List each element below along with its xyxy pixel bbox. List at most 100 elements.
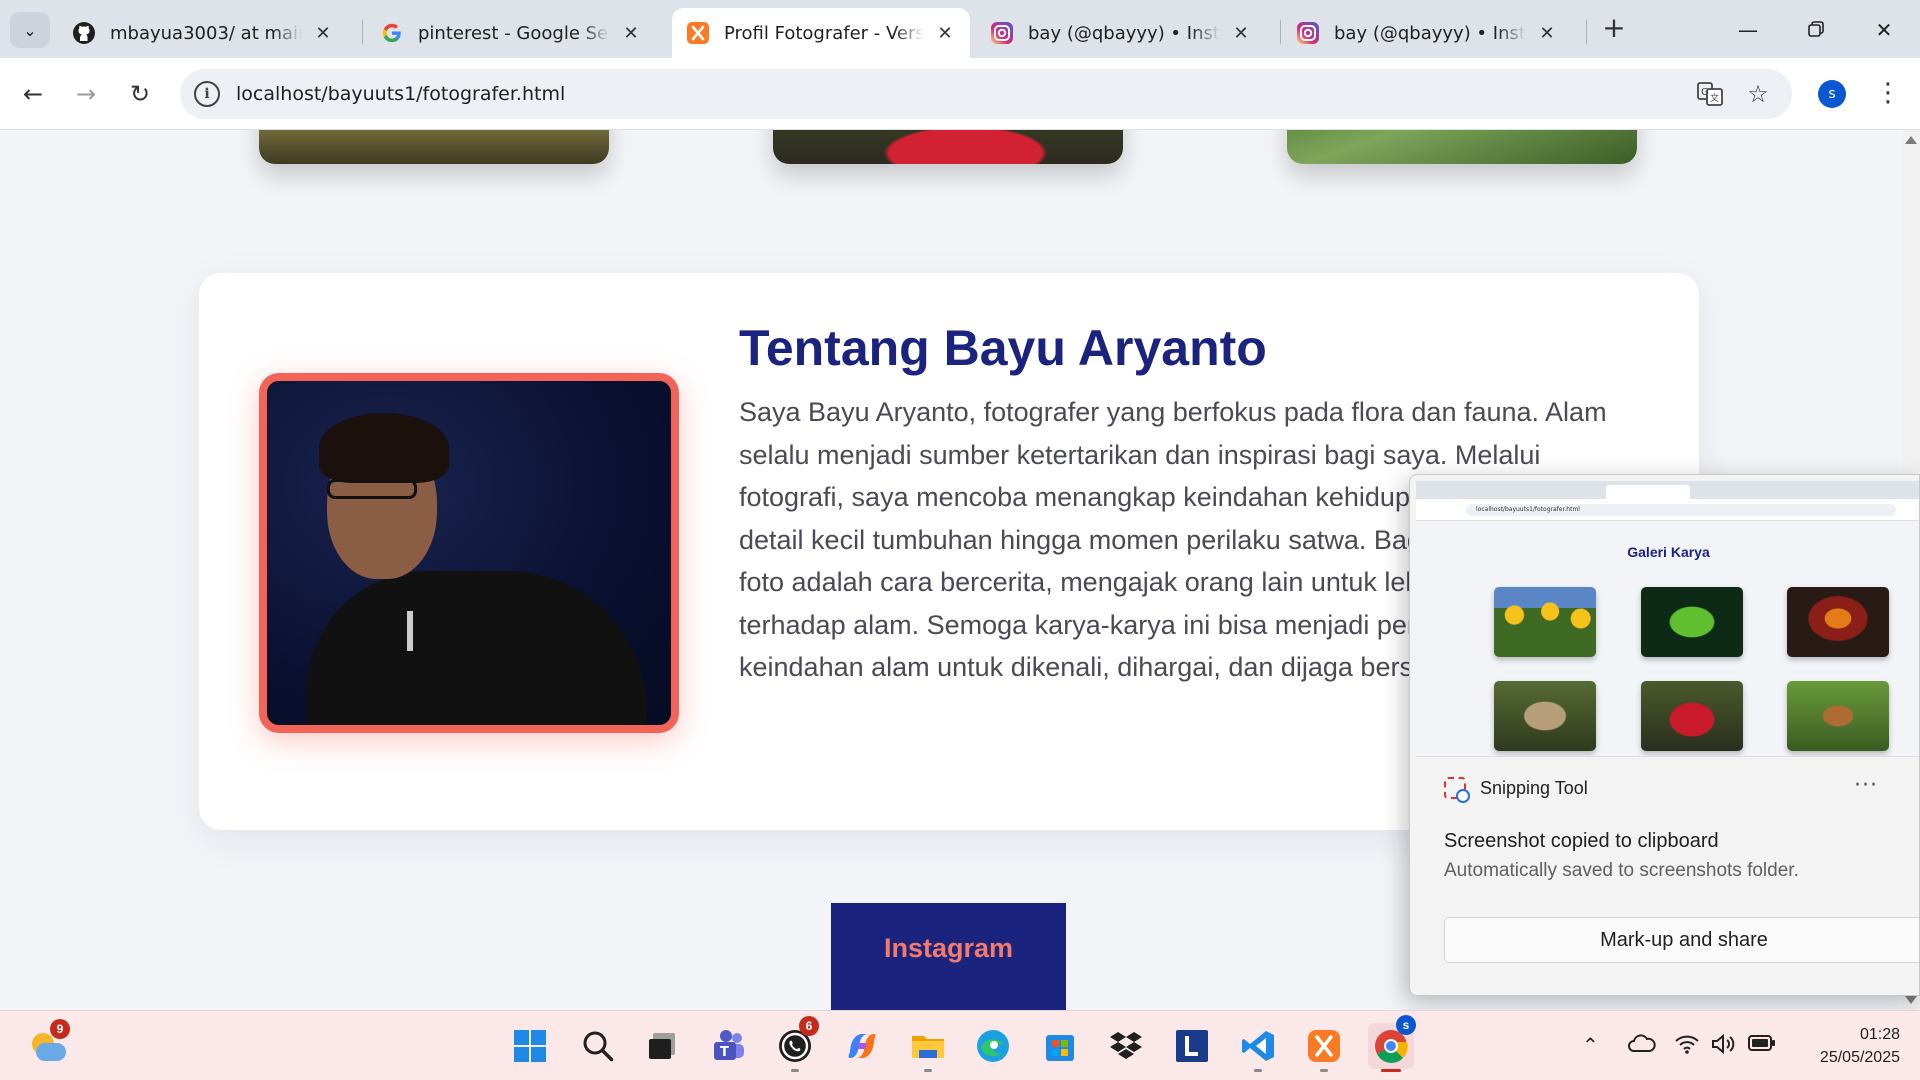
close-tab-icon[interactable]: ✕ [934, 23, 956, 44]
teams-icon: T [714, 1030, 744, 1060]
edge-button[interactable] [973, 1026, 1013, 1066]
dropbox-button[interactable] [1106, 1026, 1146, 1066]
thumbnail-photo-snake [1641, 587, 1743, 657]
store-button[interactable] [1040, 1026, 1080, 1066]
search-icon [583, 1031, 614, 1062]
chrome-button[interactable]: s [1368, 1015, 1416, 1069]
menu-kebab-icon[interactable]: ⋮ [1875, 78, 1901, 108]
instagram-icon [1296, 21, 1320, 45]
whatsapp-button[interactable]: 6 [775, 1016, 819, 1066]
translate-icon[interactable]: G文 [1695, 79, 1725, 109]
gallery-photo[interactable] [1287, 130, 1637, 164]
about-title: Tentang Bayu Aryanto [739, 320, 1267, 376]
minimize-icon: — [1738, 18, 1758, 42]
taskbar: 9 T 6 s ⌃ 01:28 25/05/2025 [0, 1010, 1920, 1080]
tab-title: mbayua3003/ at main · m [110, 22, 302, 44]
task-view-button[interactable] [642, 1026, 682, 1066]
close-tab-icon[interactable]: ✕ [1230, 23, 1252, 44]
search-button[interactable] [578, 1026, 618, 1066]
tab-separator [1586, 20, 1587, 44]
restore-button[interactable] [1786, 8, 1846, 52]
markup-and-share-button[interactable]: Mark-up and share [1444, 917, 1919, 963]
windows-icon [514, 1030, 546, 1062]
svg-text:T: T [720, 1045, 729, 1060]
svg-text:文: 文 [1710, 92, 1719, 104]
xampp-button[interactable] [1304, 1026, 1344, 1066]
tab-github[interactable]: mbayua3003/ at main · m ✕ [58, 8, 348, 58]
thumbnail-photo-owl [1494, 681, 1596, 751]
address-url[interactable]: localhost/bayuuts1/fotografer.html [236, 83, 565, 105]
thumbnail-tab [1516, 485, 1600, 499]
tab-instagram-1[interactable]: bay (@qbayyy) • Instagram ✕ [976, 8, 1266, 58]
tab-title: bay (@qbayyy) • Instagram [1334, 22, 1526, 44]
vscode-button[interactable] [1238, 1026, 1278, 1066]
thumbnail-tab [1606, 485, 1690, 499]
forward-button[interactable]: → [68, 76, 104, 112]
wifi-icon[interactable] [1674, 1033, 1700, 1061]
site-info-icon[interactable]: i [194, 81, 220, 107]
arrow-right-icon: → [75, 80, 97, 108]
tab-search-button[interactable]: ⌄ [10, 12, 50, 48]
instagram-icon [990, 21, 1014, 45]
back-button[interactable]: ← [15, 76, 51, 112]
reload-icon: ↻ [129, 80, 151, 108]
close-tab-icon[interactable]: ✕ [312, 23, 334, 44]
tab-instagram-2[interactable]: bay (@qbayyy) • Instagram ✕ [1282, 8, 1572, 58]
instagram-button[interactable]: Instagram [831, 903, 1066, 1010]
github-icon [72, 21, 96, 45]
minimize-button[interactable]: — [1718, 8, 1778, 52]
plus-icon: + [1602, 11, 1626, 44]
cloud-icon [36, 1043, 66, 1061]
snipping-tool-notification[interactable]: localhost/bayuuts1/fotografer.html Galer… [1409, 474, 1920, 996]
snipping-tool-icon [1444, 777, 1470, 803]
photographer-photo [259, 373, 679, 733]
chevron-down-icon: ⌄ [23, 20, 37, 40]
chevron-up-icon[interactable]: ⌃ [1582, 1033, 1599, 1057]
vscode-icon [1242, 1031, 1274, 1061]
close-tab-icon[interactable]: ✕ [620, 23, 642, 44]
tab-google-search[interactable]: pinterest - Google Search ✕ [366, 8, 656, 58]
task-view-icon [649, 1033, 675, 1059]
thumbnail-photo-sunflowers [1494, 587, 1596, 657]
copilot-button[interactable] [842, 1026, 882, 1066]
battery-icon[interactable] [1748, 1033, 1776, 1058]
volume-icon[interactable] [1710, 1033, 1736, 1061]
scroll-up-icon[interactable] [1905, 136, 1917, 144]
browser-tab-strip: ⌄ mbayua3003/ at main · m ✕ pinterest - … [0, 0, 1920, 58]
screenshot-thumbnail[interactable]: localhost/bayuuts1/fotografer.html Galer… [1416, 481, 1919, 757]
gallery-photo[interactable] [773, 130, 1123, 164]
more-options-icon[interactable]: ··· [1854, 773, 1878, 798]
running-indicator [1320, 1069, 1328, 1072]
system-clock[interactable]: 01:28 25/05/2025 [1790, 1023, 1900, 1069]
close-tab-icon[interactable]: ✕ [1536, 23, 1558, 44]
l-app-button[interactable] [1172, 1026, 1212, 1066]
whatsapp-badge: 6 [799, 1016, 819, 1036]
profile-avatar[interactable]: s [1818, 80, 1846, 108]
gallery-photo[interactable] [259, 130, 609, 164]
teams-button[interactable]: T [708, 1026, 748, 1066]
scroll-down-icon[interactable] [1905, 996, 1917, 1004]
tab-separator [1280, 20, 1281, 44]
start-button[interactable] [510, 1026, 550, 1066]
close-window-button[interactable]: ✕ [1854, 8, 1914, 52]
reload-button[interactable]: ↻ [122, 76, 158, 112]
toast-message-title: Screenshot copied to clipboard [1444, 830, 1719, 852]
address-bar[interactable]: i localhost/bayuuts1/fotografer.html G文 … [180, 69, 1792, 119]
thumbnail-tab [1696, 485, 1780, 499]
weather-widget[interactable]: 9 [28, 1019, 70, 1065]
clock-date: 25/05/2025 [1819, 1049, 1900, 1066]
tab-separator [362, 20, 363, 44]
bookmark-star-icon[interactable]: ☆ [1743, 79, 1773, 109]
close-icon: ✕ [1875, 18, 1893, 42]
copilot-icon [848, 1034, 876, 1058]
toast-app-name: Snipping Tool [1480, 777, 1588, 798]
tab-title: bay (@qbayyy) • Instagram [1028, 22, 1220, 44]
restore-icon [1808, 18, 1824, 42]
new-tab-button[interactable]: + [1597, 13, 1631, 47]
tab-title: Profil Fotografer - Versi A [724, 22, 924, 44]
onedrive-icon[interactable] [1628, 1033, 1656, 1059]
tab-profil-fotografer[interactable]: Profil Fotografer - Versi A ✕ [672, 8, 970, 58]
file-explorer-button[interactable] [908, 1026, 948, 1066]
active-indicator [1381, 1069, 1401, 1072]
folder-icon [912, 1036, 944, 1058]
